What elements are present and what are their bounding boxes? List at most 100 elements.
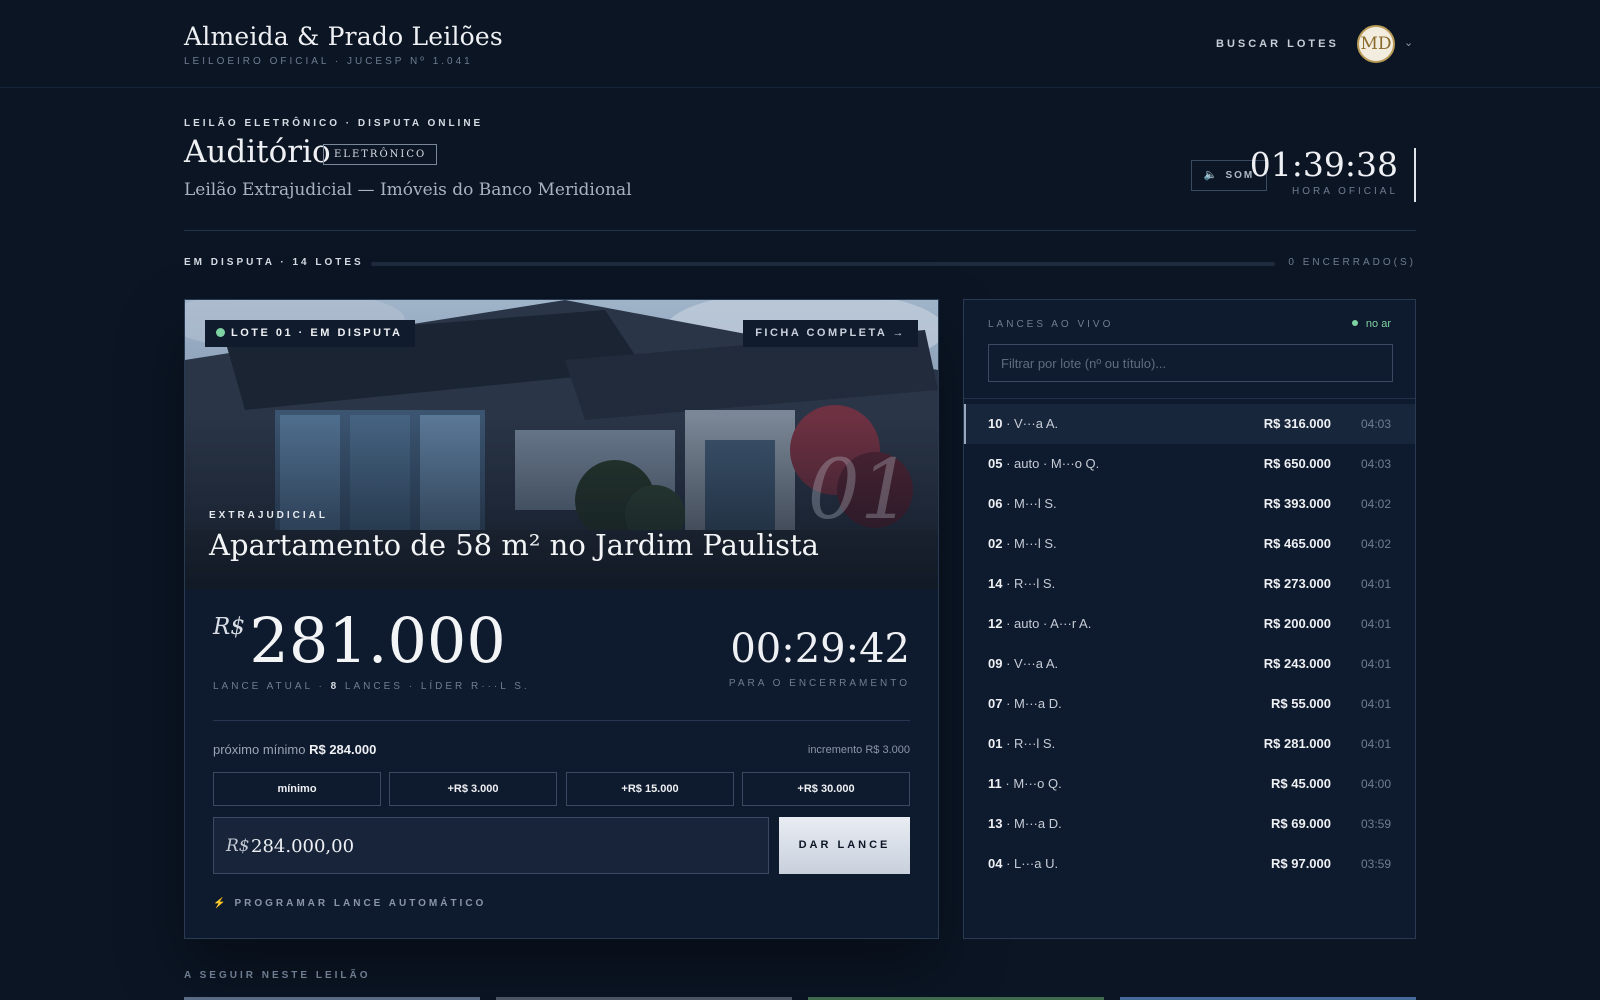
lot-badge-label: LOTE 01 · EM DISPUTA — [231, 327, 403, 339]
lot-filter-input[interactable] — [988, 344, 1393, 382]
bid-time: 04:02 — [1360, 537, 1391, 551]
bid-time: 04:03 — [1360, 457, 1391, 471]
bid-amount: R$ 650.000 — [1263, 456, 1331, 471]
bid-amount: R$ 97.000 — [1271, 856, 1331, 871]
quick-bid-30000-button[interactable]: +R$ 30.000 — [742, 772, 910, 806]
bid-bidder: M···a D. — [1014, 696, 1062, 711]
live-bids-heading: LANCES AO VIVO — [988, 319, 1114, 330]
bid-lot-number: 01 — [988, 736, 1003, 751]
bid-meta: LANCE ATUAL · 8 LANCES · LÍDER R···L S. — [213, 681, 530, 692]
search-lots-link[interactable]: BUSCAR LOTES — [1216, 38, 1339, 50]
bid-row[interactable]: 11 · M···o Q. R$ 45.000 04:00 — [964, 764, 1415, 804]
bid-meta-suffix: LANCES · LÍDER R···L S. — [339, 681, 530, 692]
bid-row[interactable]: 09 · V···a A. R$ 243.000 04:01 — [964, 644, 1415, 684]
bid-bidder: M···l S. — [1014, 496, 1057, 511]
bid-lot: 14 · R···l S. — [988, 576, 1055, 591]
avatar[interactable]: MD — [1357, 25, 1395, 63]
bid-time: 04:02 — [1360, 497, 1391, 511]
live-dot-icon — [216, 328, 225, 337]
speaker-muted-icon: 🔈 — [1203, 169, 1220, 181]
bid-bidder: R···l S. — [1014, 576, 1056, 591]
bid-lot: 05 · auto · M···o Q. — [988, 456, 1099, 471]
bid-row[interactable]: 05 · auto · M···o Q. R$ 650.000 04:03 — [964, 444, 1415, 484]
bid-time: 04:03 — [1360, 417, 1391, 431]
bid-time: 04:01 — [1360, 657, 1391, 671]
bid-amount: R$ 281.000 — [1263, 736, 1331, 751]
bid-lot-number: 07 — [988, 696, 1003, 711]
bid-lot: 10 · V···a A. — [988, 416, 1058, 431]
bid-time: 04:01 — [1360, 617, 1391, 631]
bid-time: 03:59 — [1360, 817, 1391, 831]
top-bar: Almeida & Prado Leilões LEILOEIRO OFICIA… — [0, 0, 1600, 88]
auction-kicker: LEILÃO ELETRÔNICO · DISPUTA ONLINE — [184, 118, 484, 129]
currency-symbol: R$ — [213, 614, 245, 640]
chevron-down-icon[interactable]: ⌄ — [1404, 36, 1413, 49]
increment: incremento R$ 3.000 — [807, 744, 910, 756]
next-minimum: próximo mínimo R$ 284.000 — [213, 742, 376, 757]
bid-row[interactable]: 07 · M···a D. R$ 55.000 04:01 — [964, 684, 1415, 724]
lot-type: EXTRAJUDICIAL — [209, 510, 329, 521]
lot-title: Apartamento de 58 m² no Jardim Paulista — [209, 528, 819, 562]
current-bid-value: 281.000 — [249, 604, 506, 677]
bid-row[interactable]: 10 · V···a A. R$ 316.000 04:03 — [964, 404, 1415, 444]
upcoming-lots-label: A SEGUIR NESTE LEILÃO — [184, 970, 371, 981]
bid-amount: R$ 316.000 — [1263, 416, 1331, 431]
auction-subtitle: Leilão Extrajudicial — Imóveis do Banco … — [184, 180, 632, 200]
bid-lot: 02 · M···l S. — [988, 536, 1057, 551]
lightning-icon: ⚡ — [213, 898, 229, 909]
bid-lot-number: 09 — [988, 656, 1003, 671]
bid-row[interactable]: 01 · R···l S. R$ 281.000 04:01 — [964, 724, 1415, 764]
quick-bid-minimum-button[interactable]: mínimo — [213, 772, 381, 806]
quick-bid-15000-button[interactable]: +R$ 15.000 — [566, 772, 734, 806]
bid-lot: 12 · auto · A···r A. — [988, 616, 1091, 631]
bid-amount: R$ 45.000 — [1271, 776, 1331, 791]
bid-lot: 07 · M···a D. — [988, 696, 1062, 711]
bid-separator: · — [1001, 776, 1014, 791]
bid-row[interactable]: 14 · R···l S. R$ 273.000 04:01 — [964, 564, 1415, 604]
input-currency: R$ — [226, 836, 250, 856]
quick-bid-3000-button[interactable]: +R$ 3.000 — [389, 772, 557, 806]
countdown-time: 00:29:42 — [730, 626, 910, 672]
bid-row[interactable]: 04 · L···a U. R$ 97.000 03:59 — [964, 844, 1415, 884]
bid-lot: 01 · R···l S. — [988, 736, 1055, 751]
next-minimum-label: próximo mínimo — [213, 742, 306, 757]
bid-separator: · — [1002, 416, 1015, 431]
auto-bid-label: PROGRAMAR LANCE AUTOMÁTICO — [234, 898, 487, 909]
bid-bidder: auto · M···o Q. — [1014, 456, 1100, 471]
bid-row[interactable]: 13 · M···a D. R$ 69.000 03:59 — [964, 804, 1415, 844]
bid-amount: R$ 69.000 — [1271, 816, 1331, 831]
countdown-label: PARA O ENCERRAMENTO — [728, 678, 910, 689]
bid-row[interactable]: 12 · auto · A···r A. R$ 200.000 04:01 — [964, 604, 1415, 644]
bid-lot-number: 12 — [988, 616, 1003, 631]
bid-amount-input[interactable]: R$ 284.000,00 — [213, 817, 769, 874]
bid-bidder: auto · A···r A. — [1014, 616, 1092, 631]
bid-amount: R$ 243.000 — [1263, 656, 1331, 671]
panel-divider — [964, 398, 1415, 399]
on-air-status: no ar — [1351, 318, 1391, 330]
bid-row[interactable]: 02 · M···l S. R$ 465.000 04:02 — [964, 524, 1415, 564]
full-sheet-button[interactable]: FICHA COMPLETA → — [743, 320, 918, 347]
bid-lot-number: 05 — [988, 456, 1003, 471]
place-bid-button[interactable]: DAR LANCE — [779, 817, 910, 874]
bid-bidder: M···l S. — [1014, 536, 1057, 551]
bid-row[interactable]: 06 · M···l S. R$ 393.000 04:02 — [964, 484, 1415, 524]
bid-bidder: M···a D. — [1014, 816, 1062, 831]
bid-bidder: L···a U. — [1014, 856, 1059, 871]
bid-bidder: M···o Q. — [1013, 776, 1062, 791]
bid-amount: R$ 200.000 — [1263, 616, 1331, 631]
bid-lot-number: 06 — [988, 496, 1003, 511]
page-title: Auditório — [184, 134, 331, 170]
brand[interactable]: Almeida & Prado Leilões LEILOEIRO OFICIA… — [184, 22, 503, 67]
bid-separator: · — [1002, 656, 1015, 671]
lot-card: LOTE 01 · EM DISPUTA FICHA COMPLETA → 01… — [184, 299, 939, 939]
clock-divider — [1414, 148, 1416, 202]
bid-separator: · — [1002, 736, 1015, 751]
current-bid: R$ 281.000 — [213, 608, 506, 674]
progress-track — [371, 262, 1275, 266]
lot-number-watermark: 01 — [807, 443, 912, 538]
clock-time: 01:39:38 — [1249, 145, 1398, 184]
bid-time: 04:01 — [1360, 577, 1391, 591]
bid-lot-number: 10 — [988, 416, 1003, 431]
auto-bid-link[interactable]: ⚡ PROGRAMAR LANCE AUTOMÁTICO — [213, 898, 486, 909]
closed-count: 0 ENCERRADO(S) — [1288, 257, 1416, 268]
